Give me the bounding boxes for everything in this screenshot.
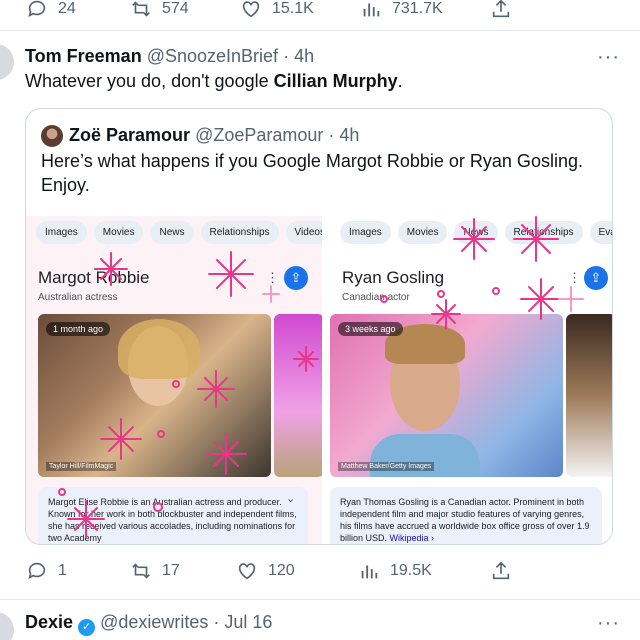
retweet-icon — [132, 563, 150, 579]
chip: Relationships — [504, 221, 583, 244]
reply-count: 1 — [58, 562, 67, 579]
tweet-text-suffix: . — [397, 71, 403, 91]
person-name: Ryan Gosling — [342, 268, 445, 287]
quoted-text: Here’s what happens if you Google Margot… — [41, 151, 583, 195]
kebab-icon: ⋮ — [266, 270, 279, 285]
chip: Eva Mendes — [589, 221, 612, 244]
wikipedia-link[interactable]: Wikipedia › — [390, 533, 435, 543]
more-icon[interactable]: ··· — [597, 612, 620, 635]
chip-row: Images Movies News Relationships Eva Men… — [340, 221, 612, 244]
retweet-icon — [132, 1, 150, 17]
chip: Images — [340, 221, 391, 244]
views-button[interactable]: 19.5K — [358, 560, 432, 582]
tweet-header: Tom Freeman @SnoozeInBrief · 4h — [25, 46, 314, 67]
summary-text: Margot Elise Robbie is an Australian act… — [48, 497, 297, 543]
share-icon — [492, 561, 510, 580]
retweet-button[interactable]: 574 — [130, 0, 189, 20]
tweet-text-prefix: Whatever you do, don't google — [25, 71, 274, 91]
tweet-text-bold: Cillian Murphy — [273, 71, 398, 91]
author-handle[interactable]: @dexiewrites — [100, 612, 208, 632]
divider — [0, 599, 640, 600]
person-photo: 3 weeks ago Matthew Baker/Getty Images — [330, 314, 563, 477]
avatar[interactable] — [0, 612, 14, 640]
chip: Relationships — [200, 221, 279, 244]
author-name[interactable]: Tom Freeman — [25, 46, 142, 66]
person-subtitle: Australian actress — [38, 292, 118, 303]
quoted-author-handle: @ZoeParamour — [195, 125, 324, 145]
retweet-count: 574 — [162, 0, 189, 17]
views-count: 19.5K — [390, 562, 432, 579]
heart-icon — [242, 1, 260, 18]
share-button[interactable] — [490, 0, 512, 20]
photo-age-badge: 1 month ago — [46, 322, 111, 336]
like-button[interactable]: 120 — [236, 560, 295, 582]
more-icon[interactable]: ··· — [597, 46, 620, 69]
divider — [0, 30, 640, 31]
like-count: 15.1K — [272, 0, 314, 17]
search-panel-left: Images Movies News Relationships Videos … — [26, 216, 322, 544]
quoted-time: · 4h — [328, 125, 360, 145]
chip: News — [454, 221, 498, 244]
reply-count: 24 — [58, 0, 76, 17]
person-photo-2 — [274, 314, 322, 477]
share-icon — [492, 0, 510, 18]
person-photo-2 — [566, 314, 612, 477]
person-subtitle: Canadian actor — [342, 292, 410, 303]
author-handle[interactable]: @SnoozeInBrief — [147, 46, 278, 66]
reply-icon — [28, 0, 46, 17]
reply-icon — [28, 562, 46, 579]
chip: Images — [36, 221, 87, 244]
next-tweet-header: Dexie ✓ @dexiewrites · Jul 16 — [25, 612, 272, 636]
reply-button[interactable]: 24 — [26, 0, 76, 20]
photo-age-badge: 3 weeks ago — [338, 322, 403, 336]
share-icon: ⇪ — [284, 266, 308, 290]
kebab-icon: ⋮ — [568, 270, 581, 285]
chip: Videos — [285, 221, 322, 244]
knowledge-summary: Margot Elise Robbie is an Australian act… — [38, 487, 308, 544]
share-button[interactable] — [490, 560, 512, 582]
knowledge-summary: Ryan Thomas Gosling is a Canadian actor.… — [330, 487, 602, 544]
chip: Movies — [93, 221, 144, 244]
person-photo: 1 month ago Taylor Hill/FilmMagic — [38, 314, 271, 477]
tweet-text: Whatever you do, don't google Cillian Mu… — [25, 71, 403, 92]
like-button[interactable]: 15.1K — [240, 0, 314, 20]
retweet-count: 17 — [162, 562, 180, 579]
share-icon: ⇪ — [584, 266, 608, 290]
hair-shape — [118, 319, 200, 379]
reply-button[interactable]: 1 — [26, 560, 67, 582]
quoted-tweet[interactable]: Zoë Paramour @ZoeParamour · 4h Here’s wh… — [25, 108, 613, 545]
photo-credit: Taylor Hill/FilmMagic — [46, 462, 117, 471]
person-name: Margot Robbie — [38, 268, 150, 287]
quoted-avatar — [41, 125, 63, 147]
top-action-bar: 24 574 15.1K 731.7K — [0, 0, 640, 28]
tweet-time[interactable]: · 4h — [283, 46, 314, 66]
chevron-down-icon: ⌄ — [286, 493, 296, 505]
chip: News — [150, 221, 194, 244]
views-button[interactable]: 731.7K — [360, 0, 443, 20]
chip-row: Images Movies News Relationships Videos — [36, 221, 322, 244]
photo-credit: Matthew Baker/Getty Images — [338, 462, 435, 471]
summary-text: Ryan Thomas Gosling is a Canadian actor.… — [340, 497, 590, 543]
avatar[interactable] — [0, 44, 14, 80]
quoted-author-name: Zoë Paramour — [69, 125, 191, 145]
chip: Movies — [397, 221, 448, 244]
views-count: 731.7K — [392, 0, 443, 17]
search-panel-right: Images Movies News Relationships Eva Men… — [330, 216, 612, 544]
verified-badge-icon: ✓ — [78, 619, 96, 636]
retweet-button[interactable]: 17 — [130, 560, 180, 582]
views-icon — [361, 565, 378, 579]
bottom-action-bar: 1 17 120 19.5K — [0, 556, 640, 592]
like-count: 120 — [268, 562, 295, 579]
heart-icon — [238, 563, 256, 580]
tweet-time[interactable]: · Jul 16 — [213, 612, 272, 632]
quoted-header: Zoë Paramour @ZoeParamour · 4h — [69, 125, 359, 146]
author-name[interactable]: Dexie — [25, 612, 73, 632]
views-icon — [363, 3, 380, 17]
